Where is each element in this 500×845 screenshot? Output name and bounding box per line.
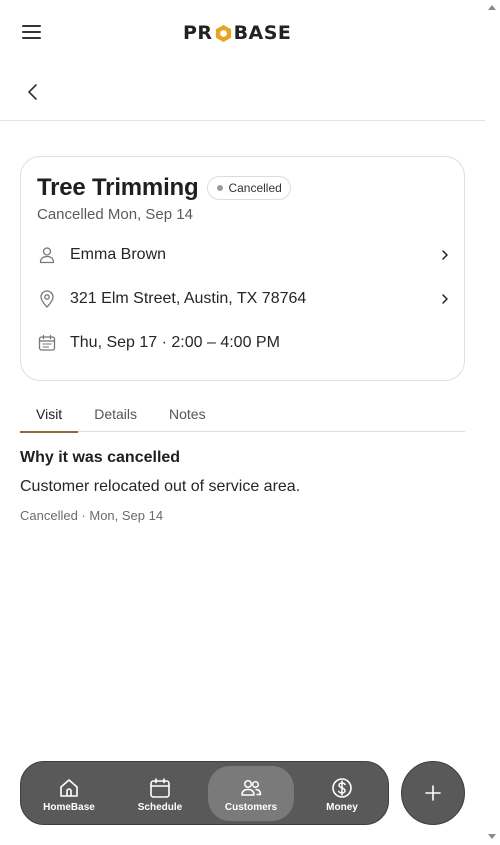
logo-text-left: PR	[183, 22, 213, 44]
app-root: PR BASE Tree Trimming Cancelled Cancelle…	[0, 0, 485, 845]
job-title-row: Tree Trimming Cancelled	[37, 174, 291, 202]
tab-visit[interactable]: Visit	[20, 400, 79, 433]
chevron-right-icon	[442, 294, 448, 304]
calendar-icon	[150, 778, 170, 798]
nav-label: Customers	[224, 802, 278, 813]
logo-hex-icon	[215, 24, 231, 42]
address-text: 321 Elm Street, Austin, TX 78764	[70, 290, 307, 307]
job-summary-card: Tree Trimming Cancelled Cancelled Mon, S…	[20, 156, 465, 381]
schedule-row: Thu, Sep 17 · 2:00 – 4:00 PM	[37, 328, 450, 358]
job-subtitle: Cancelled Mon, Sep 14	[37, 206, 193, 223]
tab-notes[interactable]: Notes	[153, 400, 222, 432]
plus-icon	[425, 785, 441, 801]
vertical-scrollbar[interactable]	[485, 0, 500, 845]
cancellation-meta: Cancelled · Mon, Sep 14	[20, 508, 164, 523]
dollar-icon	[332, 778, 352, 798]
nav-item-homebase[interactable]: HomeBase	[26, 766, 112, 821]
users-icon	[241, 779, 262, 796]
address-row[interactable]: 321 Elm Street, Austin, TX 78764	[37, 284, 450, 314]
add-button[interactable]	[401, 761, 465, 825]
logo-text: PR BASE	[183, 22, 291, 44]
calendar-icon	[38, 334, 56, 351]
hamburger-menu-button[interactable]	[22, 24, 42, 40]
chevron-right-icon	[442, 250, 448, 260]
nav-item-money[interactable]: Money	[299, 766, 385, 821]
status-dot-icon	[217, 185, 224, 191]
job-title: Tree Trimming	[37, 174, 199, 201]
nav-label: Schedule	[137, 802, 183, 813]
person-icon	[39, 247, 55, 264]
nav-label: HomeBase	[43, 802, 95, 813]
sub-toolbar	[0, 64, 485, 121]
schedule-text: Thu, Sep 17 · 2:00 – 4:00 PM	[70, 334, 280, 351]
location-pin-icon	[40, 290, 54, 308]
status-badge: Cancelled	[207, 176, 291, 200]
nav-item-customers[interactable]: Customers	[208, 766, 294, 821]
scroll-down-arrow-icon[interactable]	[488, 834, 496, 839]
menu-line-icon	[22, 25, 41, 27]
scroll-up-arrow-icon[interactable]	[488, 5, 496, 10]
home-icon	[60, 779, 78, 797]
nav-item-schedule[interactable]: Schedule	[117, 766, 203, 821]
logo-text-right: BASE	[233, 22, 292, 44]
back-chevron-icon[interactable]	[24, 82, 42, 102]
cancellation-heading: Why it was cancelled	[20, 449, 181, 466]
customer-name: Emma Brown	[70, 246, 167, 263]
top-header: PR BASE	[0, 0, 485, 64]
tab-details[interactable]: Details	[78, 400, 153, 432]
customer-row[interactable]: Emma Brown	[37, 240, 450, 270]
bottom-navigation: HomeBase Schedule Customers Money	[20, 761, 389, 825]
job-tabs: Visit Details Notes	[20, 400, 465, 433]
cancellation-reason: Customer relocated out of service area.	[20, 478, 301, 495]
menu-line-icon	[22, 31, 41, 33]
probase-logo[interactable]: PR BASE	[183, 21, 291, 45]
nav-label: Money	[326, 802, 358, 813]
menu-line-icon	[22, 37, 41, 39]
status-label: Cancelled	[228, 181, 282, 195]
